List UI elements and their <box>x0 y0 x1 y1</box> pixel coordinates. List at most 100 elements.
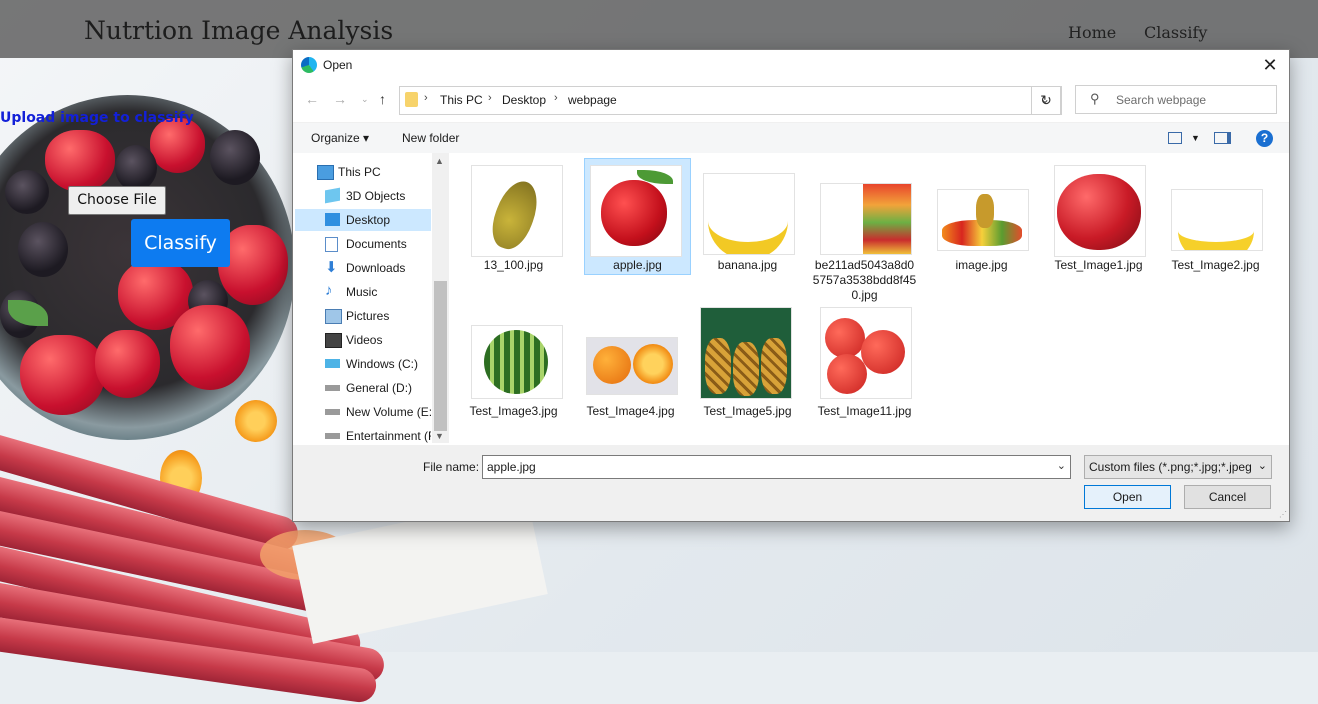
search-box[interactable]: ⚲ Search webpage <box>1075 85 1277 114</box>
apple-shape <box>825 318 865 358</box>
file-item[interactable]: 13_100.jpg <box>461 159 566 274</box>
back-arrow-icon[interactable]: ← <box>305 91 319 107</box>
orange-slice <box>235 400 277 442</box>
file-item[interactable]: Test_Image4.jpg <box>578 305 683 420</box>
sidebar-item-videos[interactable]: Videos <box>295 329 431 351</box>
sidebar-item-windows-c[interactable]: Windows (C:) <box>295 353 431 375</box>
classify-button[interactable]: Classify <box>131 219 230 267</box>
up-arrow-icon[interactable]: ↑ <box>379 91 386 107</box>
close-icon[interactable]: ✕ <box>1259 54 1281 76</box>
apple-shape <box>861 330 905 374</box>
edge-icon <box>301 57 317 73</box>
sidebar-item-documents[interactable]: Documents <box>295 233 431 255</box>
file-item-selected[interactable]: apple.jpg <box>584 158 691 275</box>
scroll-down-icon[interactable]: ▼ <box>435 431 444 441</box>
file-name: Test_Image2.jpg <box>1171 258 1260 272</box>
file-thumbnail <box>700 307 792 399</box>
sidebar-scrollbar[interactable]: ▲ ▼ <box>432 153 449 443</box>
file-name: Test_Image4.jpg <box>586 404 675 418</box>
pineapple-shape <box>976 194 994 228</box>
forward-arrow-icon[interactable]: → <box>333 91 347 107</box>
refresh-icon[interactable]: ↻ <box>1031 86 1061 115</box>
file-thumbnail <box>820 307 912 399</box>
sidebar-item-label: This PC <box>338 165 381 179</box>
file-item[interactable]: be211ad5043a8d05757a3538bdd8f450.jpg <box>812 159 917 302</box>
sidebar-item-label: Videos <box>346 333 383 347</box>
file-name: Test_Image1.jpg <box>1054 258 1143 272</box>
apple-shape <box>601 180 667 246</box>
recent-chevron-icon[interactable]: ⌄ <box>361 94 369 105</box>
sidebar-item-music[interactable]: ♪ Music <box>295 281 431 303</box>
choose-file-button[interactable]: Choose File <box>68 186 166 215</box>
sidebar-item-label: General (D:) <box>346 381 413 395</box>
nav-home[interactable]: Home <box>1068 23 1116 42</box>
sidebar-item-label: 3D Objects <box>346 189 406 203</box>
dialog-toolbar: Organize ▾ New folder ▼ ? <box>293 122 1289 153</box>
file-item[interactable]: image.jpg <box>929 159 1034 274</box>
breadcrumb-desktop[interactable]: Desktop <box>502 93 546 107</box>
navigation-row: ← → ⌄ ↑ › This PC › Desktop › webpage ⌄ … <box>293 83 1289 115</box>
drive-icon <box>325 385 340 391</box>
address-bar[interactable]: › This PC › Desktop › webpage ⌄ <box>399 86 1062 115</box>
bananas-shape <box>1178 198 1254 250</box>
folder-icon <box>405 92 418 107</box>
sidebar-item-entertainment-f[interactable]: Entertainment (F <box>295 425 431 443</box>
file-name: be211ad5043a8d05757a3538bdd8f450.jpg <box>812 258 917 302</box>
sidebar-item-pictures[interactable]: Pictures <box>295 305 431 327</box>
blackberry <box>18 222 68 277</box>
file-thumbnail <box>820 183 912 255</box>
file-item[interactable]: Test_Image3.jpg <box>461 305 566 420</box>
sidebar-item-downloads[interactable]: ⬇ Downloads <box>295 257 431 279</box>
organize-menu[interactable]: Organize ▾ <box>311 131 369 145</box>
sidebar-item-desktop[interactable]: Desktop <box>295 209 431 231</box>
help-icon[interactable]: ? <box>1256 130 1273 147</box>
file-item[interactable]: Test_Image2.jpg <box>1163 159 1268 274</box>
new-folder-button[interactable]: New folder <box>402 131 459 145</box>
pear-shape <box>485 175 545 255</box>
file-item[interactable]: Test_Image11.jpg <box>812 305 917 420</box>
preview-pane-icon[interactable] <box>1214 132 1231 144</box>
scrollbar-thumb[interactable] <box>434 281 447 431</box>
sidebar-item-3d-objects[interactable]: 3D Objects <box>295 185 431 207</box>
file-item[interactable]: Test_Image5.jpg <box>695 305 800 420</box>
sidebar-item-this-pc[interactable]: This PC <box>295 161 431 183</box>
file-type-select[interactable]: Custom files (*.png;*.jpg;*.jpeg ⌄ <box>1084 455 1272 479</box>
drive-icon <box>325 433 340 439</box>
strawberry <box>170 305 250 390</box>
file-item[interactable]: banana.jpg <box>695 159 800 274</box>
dialog-titlebar[interactable]: Open ✕ <box>293 50 1289 80</box>
blackberry <box>210 130 260 185</box>
strawberry <box>150 118 205 173</box>
file-name-input[interactable]: apple.jpg ⌄ <box>482 455 1071 479</box>
breadcrumb-webpage[interactable]: webpage <box>568 93 617 107</box>
nav-classify[interactable]: Classify <box>1144 23 1207 42</box>
file-name: 13_100.jpg <box>483 258 544 272</box>
file-item[interactable]: Test_Image1.jpg <box>1046 159 1151 274</box>
view-dropdown-icon[interactable]: ▼ <box>1191 133 1200 143</box>
document-icon <box>325 237 338 252</box>
blackberry <box>5 170 49 214</box>
file-thumbnail <box>590 165 682 257</box>
chevron-down-icon[interactable]: ⌄ <box>1057 459 1066 472</box>
drive-icon <box>325 409 340 415</box>
breadcrumb-this-pc[interactable]: This PC <box>440 93 483 107</box>
sidebar-item-label: Downloads <box>346 261 406 275</box>
dialog-footer: File name: apple.jpg ⌄ Custom files (*.p… <box>293 445 1289 521</box>
search-icon: ⚲ <box>1090 91 1100 106</box>
resize-grip-icon[interactable]: ⋰ <box>1279 510 1287 519</box>
apple-shape <box>827 354 867 394</box>
view-options-icon[interactable] <box>1168 132 1182 144</box>
music-icon: ♪ <box>325 282 333 299</box>
brand-title[interactable]: Nutrtion Image Analysis <box>84 16 393 45</box>
sidebar-item-general-d[interactable]: General (D:) <box>295 377 431 399</box>
file-name: Test_Image11.jpg <box>817 404 912 418</box>
sidebar-item-new-volume-e[interactable]: New Volume (E:) <box>295 401 436 423</box>
blackberry <box>115 145 157 191</box>
strawberry <box>95 330 160 398</box>
cancel-button[interactable]: Cancel <box>1184 485 1271 509</box>
sidebar-item-label: Entertainment (F <box>346 429 431 443</box>
scroll-up-icon[interactable]: ▲ <box>435 156 444 166</box>
upload-label: Upload image to classify <box>0 110 194 126</box>
file-thumbnail <box>703 173 795 255</box>
open-button[interactable]: Open <box>1084 485 1171 509</box>
